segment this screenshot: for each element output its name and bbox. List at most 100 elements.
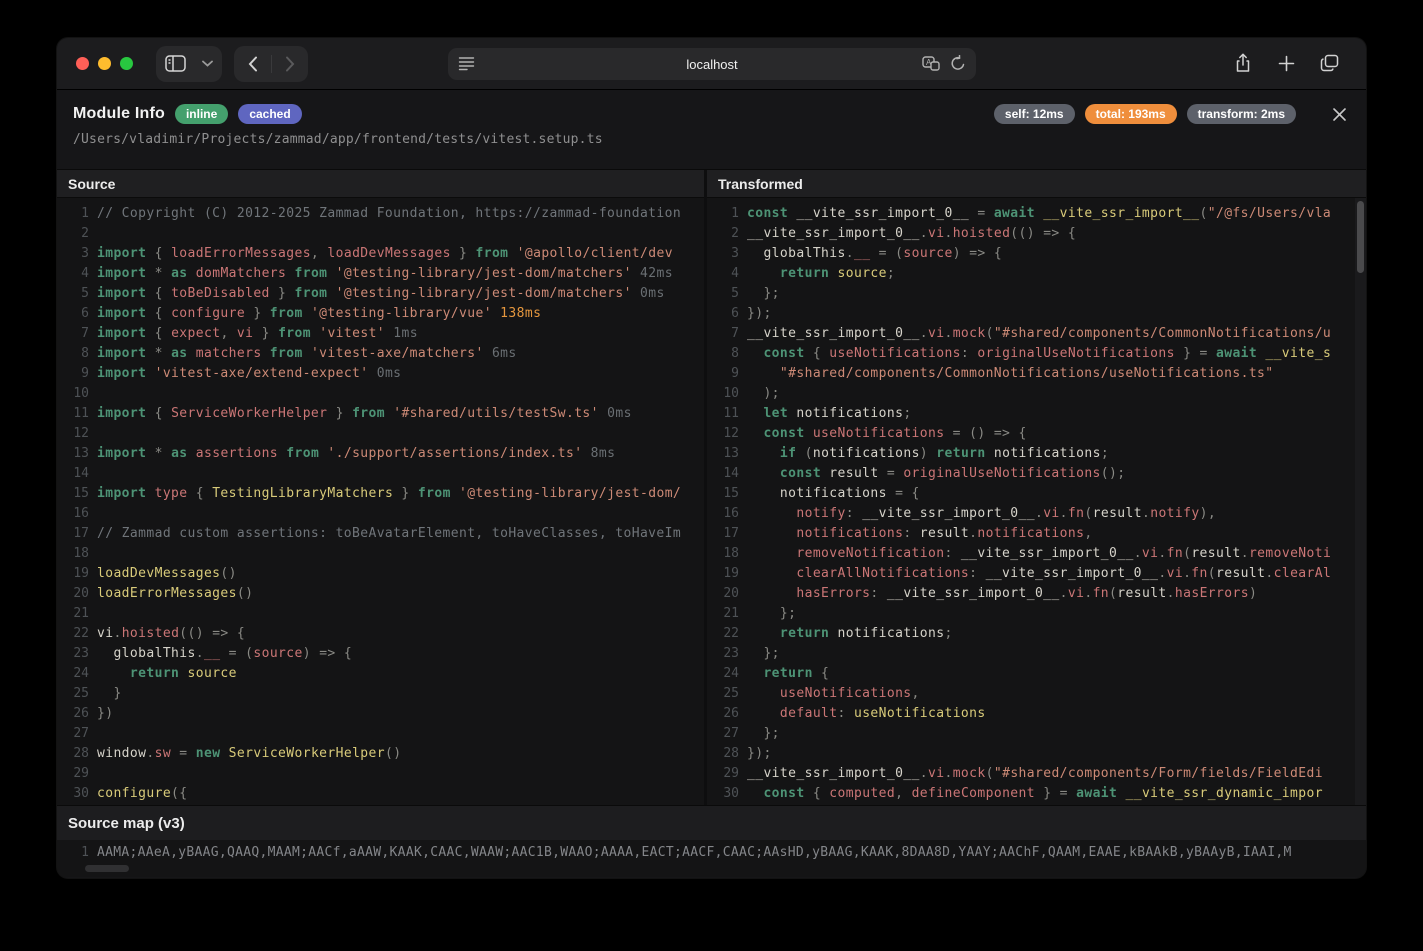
line-number: 4 bbox=[707, 264, 739, 284]
code-line: 5import { toBeDisabled } from '@testing-… bbox=[57, 284, 704, 304]
reader-icon[interactable] bbox=[458, 56, 475, 71]
line-number: 1 bbox=[57, 843, 89, 863]
line-number: 27 bbox=[57, 724, 89, 744]
line-number: 8 bbox=[57, 344, 89, 364]
code-line: 18 removeNotification: __vite_ssr_import… bbox=[707, 544, 1366, 564]
line-number: 24 bbox=[707, 664, 739, 684]
line-number: 6 bbox=[707, 304, 739, 324]
horizontal-scrollbar-thumb[interactable] bbox=[85, 865, 129, 872]
tab-overview-button[interactable] bbox=[1312, 46, 1346, 80]
line-number: 22 bbox=[57, 624, 89, 644]
total-time-badge: total: 193ms bbox=[1085, 104, 1177, 124]
code-line: 30 const { computed, defineComponent } =… bbox=[707, 784, 1366, 804]
line-number: 7 bbox=[57, 324, 89, 344]
line-number: 10 bbox=[707, 384, 739, 404]
code-line: 27 }; bbox=[707, 724, 1366, 744]
transform-time-badge: transform: 2ms bbox=[1187, 104, 1296, 124]
line-number: 2 bbox=[707, 224, 739, 244]
translate-icon[interactable]: A bbox=[922, 56, 940, 72]
code-line: 17 notifications: result.notifications, bbox=[707, 524, 1366, 544]
code-line: 11import { ServiceWorkerHelper } from '#… bbox=[57, 404, 704, 424]
line-number: 17 bbox=[57, 524, 89, 544]
close-panel-button[interactable] bbox=[1328, 103, 1350, 125]
code-line: 30configure({ bbox=[57, 784, 704, 804]
line-number: 18 bbox=[707, 544, 739, 564]
transformed-panel-title: Transformed bbox=[707, 170, 1366, 198]
code-line: 22vi.hoisted(() => { bbox=[57, 624, 704, 644]
line-number: 14 bbox=[57, 464, 89, 484]
navigation-buttons bbox=[234, 46, 308, 82]
scrollbar-thumb[interactable] bbox=[1357, 201, 1364, 273]
line-number: 26 bbox=[707, 704, 739, 724]
traffic-lights bbox=[76, 57, 133, 70]
reload-icon[interactable] bbox=[950, 55, 966, 72]
sourcemap-body: 1 AAMA;AAeA,yBAAG,QAAQ,MAAM;AACf,aAAW,KA… bbox=[57, 840, 1366, 877]
line-number: 30 bbox=[707, 784, 739, 804]
code-line: 23 }; bbox=[707, 644, 1366, 664]
timing-badges: self: 12ms total: 193ms transform: 2ms bbox=[994, 103, 1350, 125]
line-number: 2 bbox=[57, 224, 89, 244]
zoom-window-button[interactable] bbox=[120, 57, 133, 70]
line-number: 26 bbox=[57, 704, 89, 724]
address-bar[interactable]: localhost A bbox=[448, 48, 976, 80]
line-number: 25 bbox=[57, 684, 89, 704]
line-number: 5 bbox=[707, 284, 739, 304]
code-line: 25 } bbox=[57, 684, 704, 704]
code-line: 10 bbox=[57, 384, 704, 404]
code-line: 18 bbox=[57, 544, 704, 564]
close-icon bbox=[1332, 107, 1347, 122]
code-line: 29__vite_ssr_import_0__.vi.mock("#shared… bbox=[707, 764, 1366, 784]
code-line: 12 const useNotifications = () => { bbox=[707, 424, 1366, 444]
line-number: 8 bbox=[707, 344, 739, 364]
line-number: 11 bbox=[57, 404, 89, 424]
close-window-button[interactable] bbox=[76, 57, 89, 70]
code-line: 6}); bbox=[707, 304, 1366, 324]
code-line: 7import { expect, vi } from 'vitest' 1ms bbox=[57, 324, 704, 344]
sidebar-icon bbox=[165, 55, 186, 72]
minimize-window-button[interactable] bbox=[98, 57, 111, 70]
code-line: 22 return notifications; bbox=[707, 624, 1366, 644]
line-number: 5 bbox=[57, 284, 89, 304]
code-line: 14 bbox=[57, 464, 704, 484]
line-number: 16 bbox=[57, 504, 89, 524]
code-line: 2__vite_ssr_import_0__.vi.hoisted(() => … bbox=[707, 224, 1366, 244]
code-line: 19 clearAllNotifications: __vite_ssr_imp… bbox=[707, 564, 1366, 584]
forward-button[interactable] bbox=[285, 56, 295, 72]
code-line: 16 notify: __vite_ssr_import_0__.vi.fn(r… bbox=[707, 504, 1366, 524]
line-number: 20 bbox=[57, 584, 89, 604]
line-number: 4 bbox=[57, 264, 89, 284]
code-line: 13import * as assertions from './support… bbox=[57, 444, 704, 464]
line-number: 16 bbox=[707, 504, 739, 524]
code-line: 11 let notifications; bbox=[707, 404, 1366, 424]
line-number: 23 bbox=[57, 644, 89, 664]
line-number: 28 bbox=[57, 744, 89, 764]
code-line: 25 useNotifications, bbox=[707, 684, 1366, 704]
sidebar-toggle-button[interactable] bbox=[156, 46, 222, 82]
code-line: 26}) bbox=[57, 704, 704, 724]
line-number: 27 bbox=[707, 724, 739, 744]
transformed-panel: Transformed 1const __vite_ssr_import_0__… bbox=[707, 170, 1366, 805]
share-button[interactable] bbox=[1226, 46, 1260, 80]
line-number: 19 bbox=[707, 564, 739, 584]
code-line: 4import * as domMatchers from '@testing-… bbox=[57, 264, 704, 284]
line-number: 29 bbox=[707, 764, 739, 784]
code-line: 16 bbox=[57, 504, 704, 524]
line-number: 9 bbox=[57, 364, 89, 384]
module-info-header: Module Info inline cached self: 12ms tot… bbox=[57, 90, 1366, 169]
line-number: 24 bbox=[57, 664, 89, 684]
back-button[interactable] bbox=[248, 56, 258, 72]
code-line: 3import { loadErrorMessages, loadDevMess… bbox=[57, 244, 704, 264]
code-line: 15 notifications = { bbox=[707, 484, 1366, 504]
line-number: 1 bbox=[57, 204, 89, 224]
code-panels: Source 1// Copyright (C) 2012-2025 Zamma… bbox=[57, 169, 1366, 805]
code-line: 15import type { TestingLibraryMatchers }… bbox=[57, 484, 704, 504]
new-tab-button[interactable] bbox=[1269, 46, 1303, 80]
code-line: 27 bbox=[57, 724, 704, 744]
sourcemap-section: Source map (v3) 1 AAMA;AAeA,yBAAG,QAAQ,M… bbox=[57, 805, 1366, 877]
code-line: 5 }; bbox=[707, 284, 1366, 304]
code-line: 21 }; bbox=[707, 604, 1366, 624]
divider bbox=[271, 55, 272, 73]
code-line: 21 bbox=[57, 604, 704, 624]
code-line: 10 ); bbox=[707, 384, 1366, 404]
line-number: 25 bbox=[707, 684, 739, 704]
